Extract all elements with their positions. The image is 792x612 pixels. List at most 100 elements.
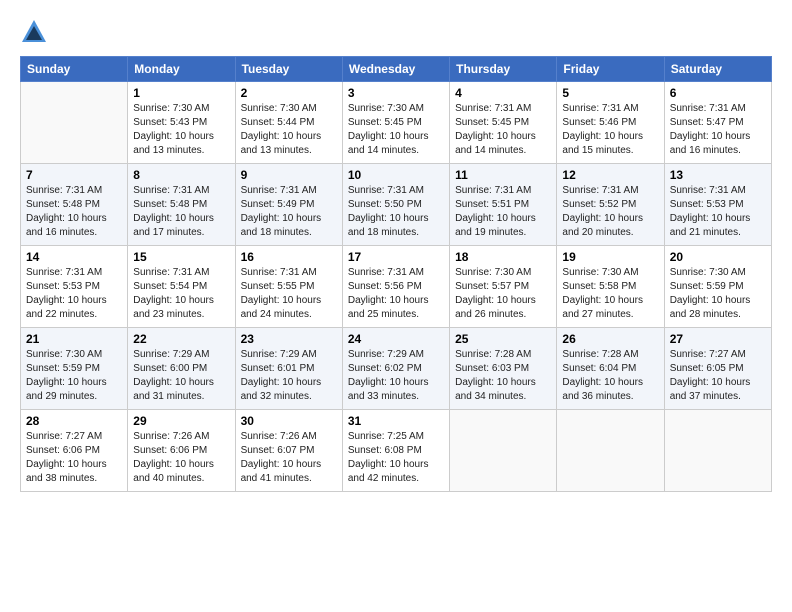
cell-week3-day1: 14Sunrise: 7:31 AM Sunset: 5:53 PM Dayli… (21, 246, 128, 328)
logo-icon (20, 18, 48, 46)
day-number: 22 (133, 332, 229, 346)
day-info: Sunrise: 7:31 AM Sunset: 5:53 PM Dayligh… (670, 184, 766, 240)
col-header-saturday: Saturday (664, 57, 771, 82)
day-info: Sunrise: 7:31 AM Sunset: 5:52 PM Dayligh… (562, 184, 658, 240)
cell-week1-day1 (21, 82, 128, 164)
day-number: 4 (455, 86, 551, 100)
cell-week4-day7: 27Sunrise: 7:27 AM Sunset: 6:05 PM Dayli… (664, 328, 771, 410)
day-number: 10 (348, 168, 444, 182)
header (20, 18, 772, 46)
cell-week5-day7 (664, 410, 771, 492)
day-info: Sunrise: 7:31 AM Sunset: 5:56 PM Dayligh… (348, 266, 444, 322)
logo (20, 18, 52, 46)
day-number: 17 (348, 250, 444, 264)
col-header-monday: Monday (128, 57, 235, 82)
day-info: Sunrise: 7:31 AM Sunset: 5:49 PM Dayligh… (241, 184, 337, 240)
cell-week2-day2: 8 Sunrise: 7:31 AM Sunset: 5:48 PM Daylig… (128, 164, 235, 246)
cell-week1-day2: 1 Sunrise: 7:30 AM Sunset: 5:43 PM Daylig… (128, 82, 235, 164)
week-row-3: 14Sunrise: 7:31 AM Sunset: 5:53 PM Dayli… (21, 246, 772, 328)
day-info: Sunrise: 7:27 AM Sunset: 6:06 PM Dayligh… (26, 430, 122, 486)
week-row-2: 7 Sunrise: 7:31 AM Sunset: 5:48 PM Daylig… (21, 164, 772, 246)
day-number: 25 (455, 332, 551, 346)
cell-week3-day5: 18 Sunrise: 7:30 AM Sunset: 5:57 PM Dayli… (450, 246, 557, 328)
day-info: Sunrise: 7:31 AM Sunset: 5:54 PM Dayligh… (133, 266, 229, 322)
day-number: 30 (241, 414, 337, 428)
day-info: Sunrise: 7:30 AM Sunset: 5:58 PM Dayligh… (562, 266, 658, 322)
page: SundayMondayTuesdayWednesdayThursdayFrid… (0, 0, 792, 502)
cell-week1-day4: 3 Sunrise: 7:30 AM Sunset: 5:45 PM Daylig… (342, 82, 449, 164)
day-number: 12 (562, 168, 658, 182)
cell-week2-day5: 11 Sunrise: 7:31 AM Sunset: 5:51 PM Dayli… (450, 164, 557, 246)
cell-week3-day7: 20Sunrise: 7:30 AM Sunset: 5:59 PM Dayli… (664, 246, 771, 328)
day-info: Sunrise: 7:30 AM Sunset: 5:57 PM Dayligh… (455, 266, 551, 322)
day-number: 27 (670, 332, 766, 346)
day-info: Sunrise: 7:31 AM Sunset: 5:48 PM Dayligh… (133, 184, 229, 240)
cell-week1-day6: 5Sunrise: 7:31 AM Sunset: 5:46 PM Daylig… (557, 82, 664, 164)
cell-week3-day6: 19 Sunrise: 7:30 AM Sunset: 5:58 PM Dayli… (557, 246, 664, 328)
day-number: 29 (133, 414, 229, 428)
day-info: Sunrise: 7:29 AM Sunset: 6:01 PM Dayligh… (241, 348, 337, 404)
cell-week5-day2: 29 Sunrise: 7:26 AM Sunset: 6:06 PM Dayli… (128, 410, 235, 492)
cell-week5-day3: 30Sunrise: 7:26 AM Sunset: 6:07 PM Dayli… (235, 410, 342, 492)
day-number: 16 (241, 250, 337, 264)
day-info: Sunrise: 7:26 AM Sunset: 6:06 PM Dayligh… (133, 430, 229, 486)
day-number: 5 (562, 86, 658, 100)
day-number: 23 (241, 332, 337, 346)
day-number: 3 (348, 86, 444, 100)
day-info: Sunrise: 7:30 AM Sunset: 5:43 PM Dayligh… (133, 102, 229, 158)
col-header-tuesday: Tuesday (235, 57, 342, 82)
col-header-wednesday: Wednesday (342, 57, 449, 82)
cell-week2-day7: 13 Sunrise: 7:31 AM Sunset: 5:53 PM Dayli… (664, 164, 771, 246)
day-info: Sunrise: 7:25 AM Sunset: 6:08 PM Dayligh… (348, 430, 444, 486)
cell-week5-day4: 31 Sunrise: 7:25 AM Sunset: 6:08 PM Dayli… (342, 410, 449, 492)
cell-week4-day4: 24Sunrise: 7:29 AM Sunset: 6:02 PM Dayli… (342, 328, 449, 410)
day-info: Sunrise: 7:31 AM Sunset: 5:50 PM Dayligh… (348, 184, 444, 240)
day-info: Sunrise: 7:30 AM Sunset: 5:45 PM Dayligh… (348, 102, 444, 158)
cell-week3-day2: 15 Sunrise: 7:31 AM Sunset: 5:54 PM Dayli… (128, 246, 235, 328)
day-number: 21 (26, 332, 122, 346)
cell-week2-day6: 12 Sunrise: 7:31 AM Sunset: 5:52 PM Dayli… (557, 164, 664, 246)
day-info: Sunrise: 7:30 AM Sunset: 5:59 PM Dayligh… (670, 266, 766, 322)
day-number: 8 (133, 168, 229, 182)
day-number: 13 (670, 168, 766, 182)
cell-week1-day3: 2Sunrise: 7:30 AM Sunset: 5:44 PM Daylig… (235, 82, 342, 164)
cell-week4-day2: 22 Sunrise: 7:29 AM Sunset: 6:00 PM Dayli… (128, 328, 235, 410)
cell-week4-day3: 23 Sunrise: 7:29 AM Sunset: 6:01 PM Dayli… (235, 328, 342, 410)
cell-week5-day5 (450, 410, 557, 492)
week-row-1: 1 Sunrise: 7:30 AM Sunset: 5:43 PM Daylig… (21, 82, 772, 164)
day-info: Sunrise: 7:28 AM Sunset: 6:04 PM Dayligh… (562, 348, 658, 404)
cell-week1-day5: 4Sunrise: 7:31 AM Sunset: 5:45 PM Daylig… (450, 82, 557, 164)
day-number: 2 (241, 86, 337, 100)
day-number: 26 (562, 332, 658, 346)
day-number: 18 (455, 250, 551, 264)
day-info: Sunrise: 7:31 AM Sunset: 5:48 PM Dayligh… (26, 184, 122, 240)
day-number: 11 (455, 168, 551, 182)
cell-week4-day5: 25 Sunrise: 7:28 AM Sunset: 6:03 PM Dayli… (450, 328, 557, 410)
day-number: 15 (133, 250, 229, 264)
calendar-table: SundayMondayTuesdayWednesdayThursdayFrid… (20, 56, 772, 492)
day-info: Sunrise: 7:31 AM Sunset: 5:47 PM Dayligh… (670, 102, 766, 158)
cell-week3-day4: 17 Sunrise: 7:31 AM Sunset: 5:56 PM Dayli… (342, 246, 449, 328)
day-number: 31 (348, 414, 444, 428)
day-number: 1 (133, 86, 229, 100)
day-number: 28 (26, 414, 122, 428)
day-info: Sunrise: 7:31 AM Sunset: 5:51 PM Dayligh… (455, 184, 551, 240)
day-number: 9 (241, 168, 337, 182)
day-info: Sunrise: 7:29 AM Sunset: 6:00 PM Dayligh… (133, 348, 229, 404)
week-row-5: 28 Sunrise: 7:27 AM Sunset: 6:06 PM Dayli… (21, 410, 772, 492)
day-info: Sunrise: 7:31 AM Sunset: 5:55 PM Dayligh… (241, 266, 337, 322)
week-row-4: 21 Sunrise: 7:30 AM Sunset: 5:59 PM Dayli… (21, 328, 772, 410)
cell-week5-day1: 28 Sunrise: 7:27 AM Sunset: 6:06 PM Dayli… (21, 410, 128, 492)
day-number: 19 (562, 250, 658, 264)
day-number: 7 (26, 168, 122, 182)
cell-week2-day4: 10 Sunrise: 7:31 AM Sunset: 5:50 PM Dayli… (342, 164, 449, 246)
col-header-sunday: Sunday (21, 57, 128, 82)
day-info: Sunrise: 7:28 AM Sunset: 6:03 PM Dayligh… (455, 348, 551, 404)
col-header-friday: Friday (557, 57, 664, 82)
cell-week2-day1: 7 Sunrise: 7:31 AM Sunset: 5:48 PM Daylig… (21, 164, 128, 246)
day-info: Sunrise: 7:29 AM Sunset: 6:02 PM Dayligh… (348, 348, 444, 404)
cell-week4-day6: 26 Sunrise: 7:28 AM Sunset: 6:04 PM Dayli… (557, 328, 664, 410)
cell-week1-day7: 6Sunrise: 7:31 AM Sunset: 5:47 PM Daylig… (664, 82, 771, 164)
header-row: SundayMondayTuesdayWednesdayThursdayFrid… (21, 57, 772, 82)
day-info: Sunrise: 7:30 AM Sunset: 5:59 PM Dayligh… (26, 348, 122, 404)
